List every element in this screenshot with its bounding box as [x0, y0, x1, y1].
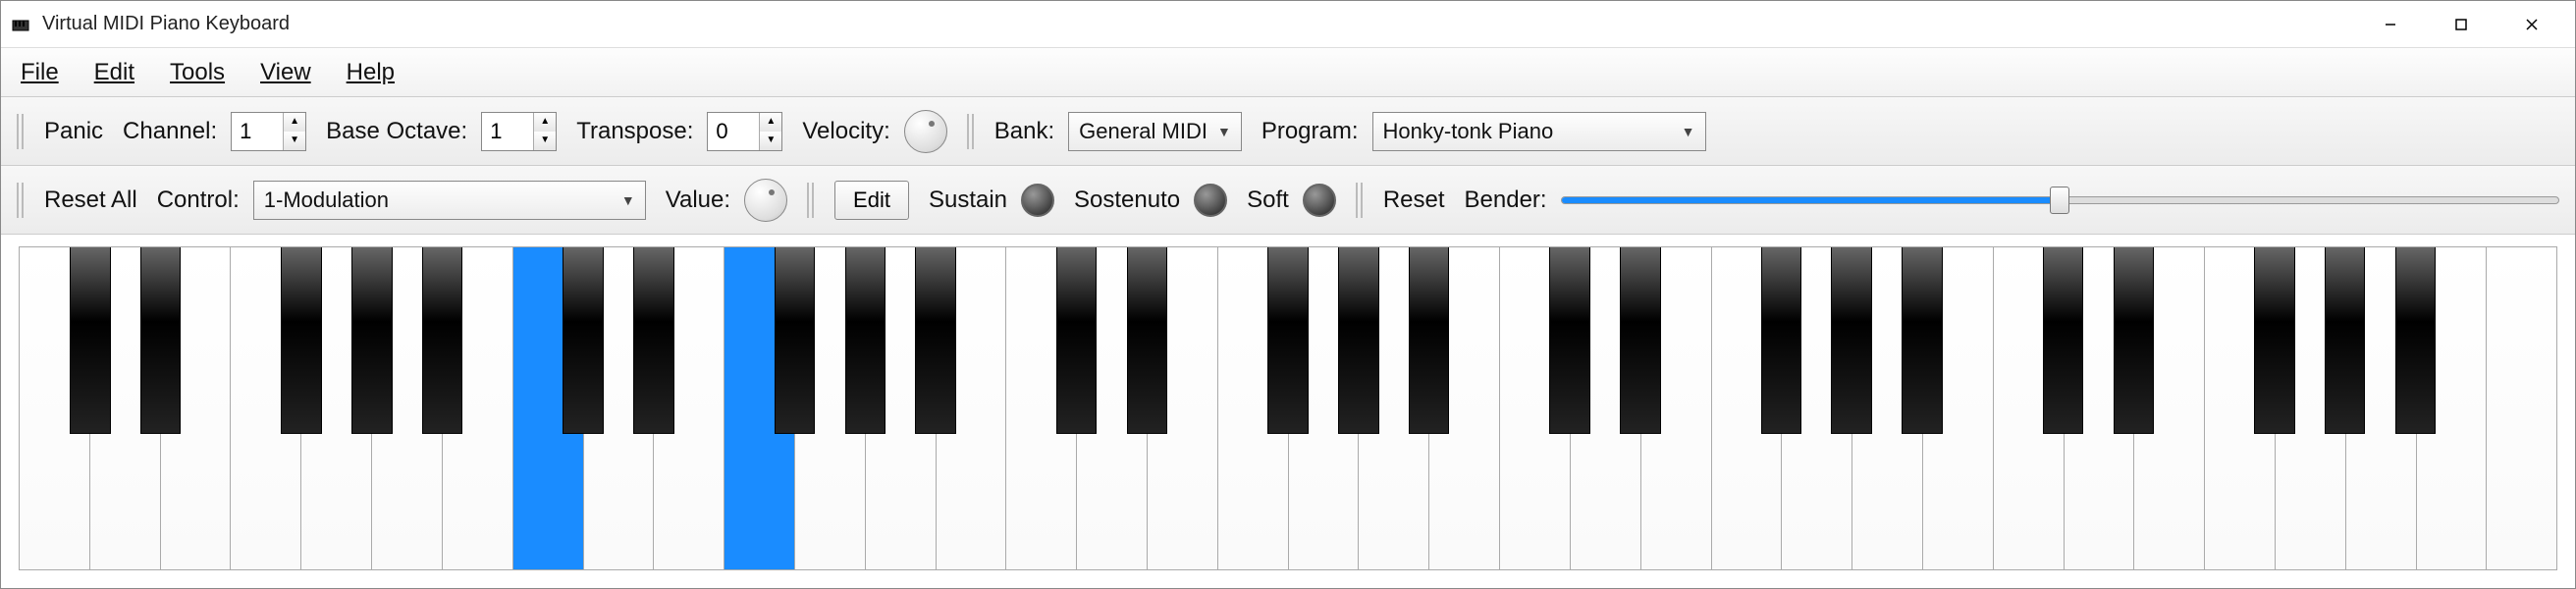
baseoct-up[interactable]: ▲: [534, 113, 556, 132]
black-key[interactable]: [140, 247, 182, 434]
channel-up[interactable]: ▲: [284, 113, 305, 132]
chevron-down-icon: ▼: [1682, 124, 1695, 139]
resetall-button[interactable]: Reset All: [44, 187, 137, 214]
window-title: Virtual MIDI Piano Keyboard: [42, 13, 2355, 35]
black-key[interactable]: [2254, 247, 2295, 434]
transpose-label: Transpose:: [576, 118, 693, 145]
sostenuto-led[interactable]: [1194, 184, 1227, 217]
app-icon: [9, 13, 32, 36]
black-key[interactable]: [1409, 247, 1450, 434]
sustain-label: Sustain: [929, 187, 1007, 214]
baseoct-down[interactable]: ▼: [534, 132, 556, 150]
white-key[interactable]: [2487, 247, 2556, 569]
black-key[interactable]: [1761, 247, 1802, 434]
channel-label: Channel:: [123, 118, 217, 145]
minimize-button[interactable]: [2355, 1, 2426, 48]
toolbar-2: Reset All Control: 1-Modulation ▼ Value:…: [1, 166, 2575, 235]
panic-button[interactable]: Panic: [44, 118, 103, 145]
baseoct-spinbox[interactable]: ▲▼: [481, 112, 557, 151]
program-label: Program:: [1261, 118, 1359, 145]
bender-slider[interactable]: [1561, 187, 2559, 214]
piano-area: [1, 235, 2575, 588]
value-label: Value:: [666, 187, 730, 214]
menu-edit[interactable]: Edit: [94, 59, 134, 86]
black-key[interactable]: [422, 247, 463, 434]
baseoct-label: Base Octave:: [326, 118, 467, 145]
control-label: Control:: [157, 187, 240, 214]
channel-spinbox[interactable]: ▲▼: [231, 112, 306, 151]
channel-input[interactable]: [232, 113, 283, 150]
chevron-down-icon: ▼: [621, 192, 635, 208]
toolbar-1: Panic Channel: ▲▼ Base Octave: ▲▼ Transp…: [1, 97, 2575, 166]
black-key[interactable]: [775, 247, 816, 434]
transpose-down[interactable]: ▼: [760, 132, 781, 150]
app-window: Virtual MIDI Piano Keyboard File Edit To…: [0, 0, 2576, 589]
reset-button[interactable]: Reset: [1383, 187, 1445, 214]
maximize-button[interactable]: [2426, 1, 2496, 48]
transpose-input[interactable]: [708, 113, 759, 150]
menu-file[interactable]: File: [21, 59, 59, 86]
black-key[interactable]: [1620, 247, 1661, 434]
black-key[interactable]: [2395, 247, 2437, 434]
baseoct-input[interactable]: [482, 113, 533, 150]
black-key[interactable]: [1127, 247, 1168, 434]
value-knob[interactable]: [744, 179, 787, 222]
black-key[interactable]: [2043, 247, 2084, 434]
soft-label: Soft: [1247, 187, 1289, 214]
velocity-label: Velocity:: [802, 118, 889, 145]
black-key[interactable]: [1338, 247, 1379, 434]
grip-icon: [1356, 183, 1366, 218]
grip-icon: [17, 183, 27, 218]
grip-icon: [807, 183, 817, 218]
channel-down[interactable]: ▼: [284, 132, 305, 150]
menu-bar: File Edit Tools View Help: [1, 48, 2575, 97]
black-key[interactable]: [563, 247, 604, 434]
program-combo[interactable]: Honky-tonk Piano ▼: [1372, 112, 1706, 151]
black-key[interactable]: [633, 247, 674, 434]
transpose-up[interactable]: ▲: [760, 113, 781, 132]
velocity-knob[interactable]: [904, 110, 947, 153]
edit-button[interactable]: Edit: [834, 181, 909, 220]
menu-help[interactable]: Help: [347, 59, 395, 86]
black-key[interactable]: [1549, 247, 1590, 434]
black-key[interactable]: [845, 247, 886, 434]
transpose-spinbox[interactable]: ▲▼: [707, 112, 782, 151]
black-key[interactable]: [281, 247, 322, 434]
black-key[interactable]: [70, 247, 111, 434]
chevron-down-icon: ▼: [1217, 124, 1231, 139]
control-combo[interactable]: 1-Modulation ▼: [253, 181, 646, 220]
menu-tools[interactable]: Tools: [170, 59, 225, 86]
grip-icon: [17, 114, 27, 149]
soft-led[interactable]: [1303, 184, 1336, 217]
sostenuto-label: Sostenuto: [1074, 187, 1180, 214]
black-key[interactable]: [351, 247, 393, 434]
bender-label: Bender:: [1465, 187, 1547, 214]
black-key[interactable]: [2114, 247, 2155, 434]
bank-combo[interactable]: General MIDI ▼: [1068, 112, 1242, 151]
black-key[interactable]: [915, 247, 956, 434]
window-buttons: [2355, 1, 2567, 48]
piano-keyboard: [19, 246, 2557, 570]
menu-view[interactable]: View: [260, 59, 311, 86]
close-button[interactable]: [2496, 1, 2567, 48]
sustain-led[interactable]: [1021, 184, 1054, 217]
black-key[interactable]: [2325, 247, 2366, 434]
black-key[interactable]: [1267, 247, 1309, 434]
black-key[interactable]: [1831, 247, 1872, 434]
bank-label: Bank:: [994, 118, 1054, 145]
black-key[interactable]: [1056, 247, 1098, 434]
black-key[interactable]: [1902, 247, 1943, 434]
grip-icon: [967, 114, 977, 149]
title-bar: Virtual MIDI Piano Keyboard: [1, 1, 2575, 48]
